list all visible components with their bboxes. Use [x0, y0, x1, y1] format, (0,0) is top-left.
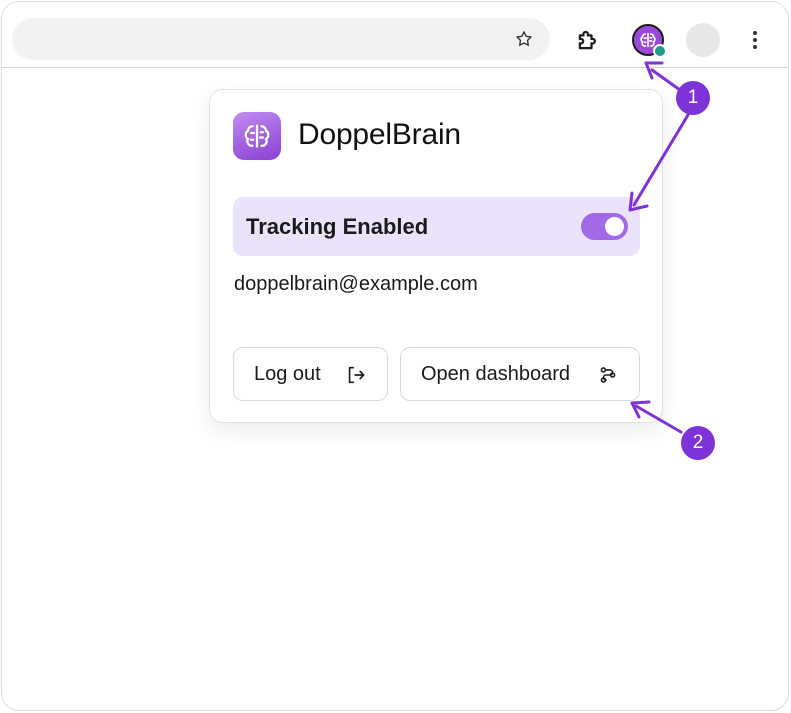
open-dashboard-label: Open dashboard [421, 362, 571, 385]
doppelbrain-logo [233, 112, 281, 160]
avatar [686, 23, 720, 57]
profile-button[interactable] [686, 23, 720, 57]
puzzle-icon [578, 30, 596, 50]
account-email: doppelbrain@example.com [234, 273, 478, 295]
tracking-label: Tracking Enabled [246, 214, 429, 239]
tracking-row: Tracking Enabled [233, 197, 640, 256]
browser-toolbar [2, 2, 788, 68]
kebab-menu-icon [753, 31, 757, 49]
brand-name: DoppelBrain [298, 118, 461, 151]
address-bar[interactable] [12, 18, 550, 60]
status-dot [653, 44, 667, 58]
annotation-badge-2: 2 [681, 426, 715, 460]
logout-label: Log out [254, 362, 321, 385]
doppelbrain-extension-button[interactable] [631, 23, 667, 58]
brain-icon [244, 124, 270, 148]
tracking-toggle[interactable] [581, 213, 628, 240]
route-icon [600, 367, 616, 383]
browser-window: DoppelBrain Tracking Enabled doppelbrain… [1, 1, 789, 711]
open-dashboard-button[interactable]: Open dashboard [400, 347, 640, 401]
extensions-button[interactable] [571, 23, 605, 57]
toggle-knob [605, 217, 624, 236]
logout-icon [348, 366, 365, 384]
annotation-badge-1: 1 [676, 81, 710, 115]
browser-menu-button[interactable] [738, 23, 772, 57]
extension-popup: DoppelBrain Tracking Enabled doppelbrain… [209, 89, 663, 423]
star-icon[interactable] [514, 29, 534, 49]
logout-button[interactable]: Log out [233, 347, 388, 401]
doppelbrain-toolbar-avatar [632, 24, 667, 58]
